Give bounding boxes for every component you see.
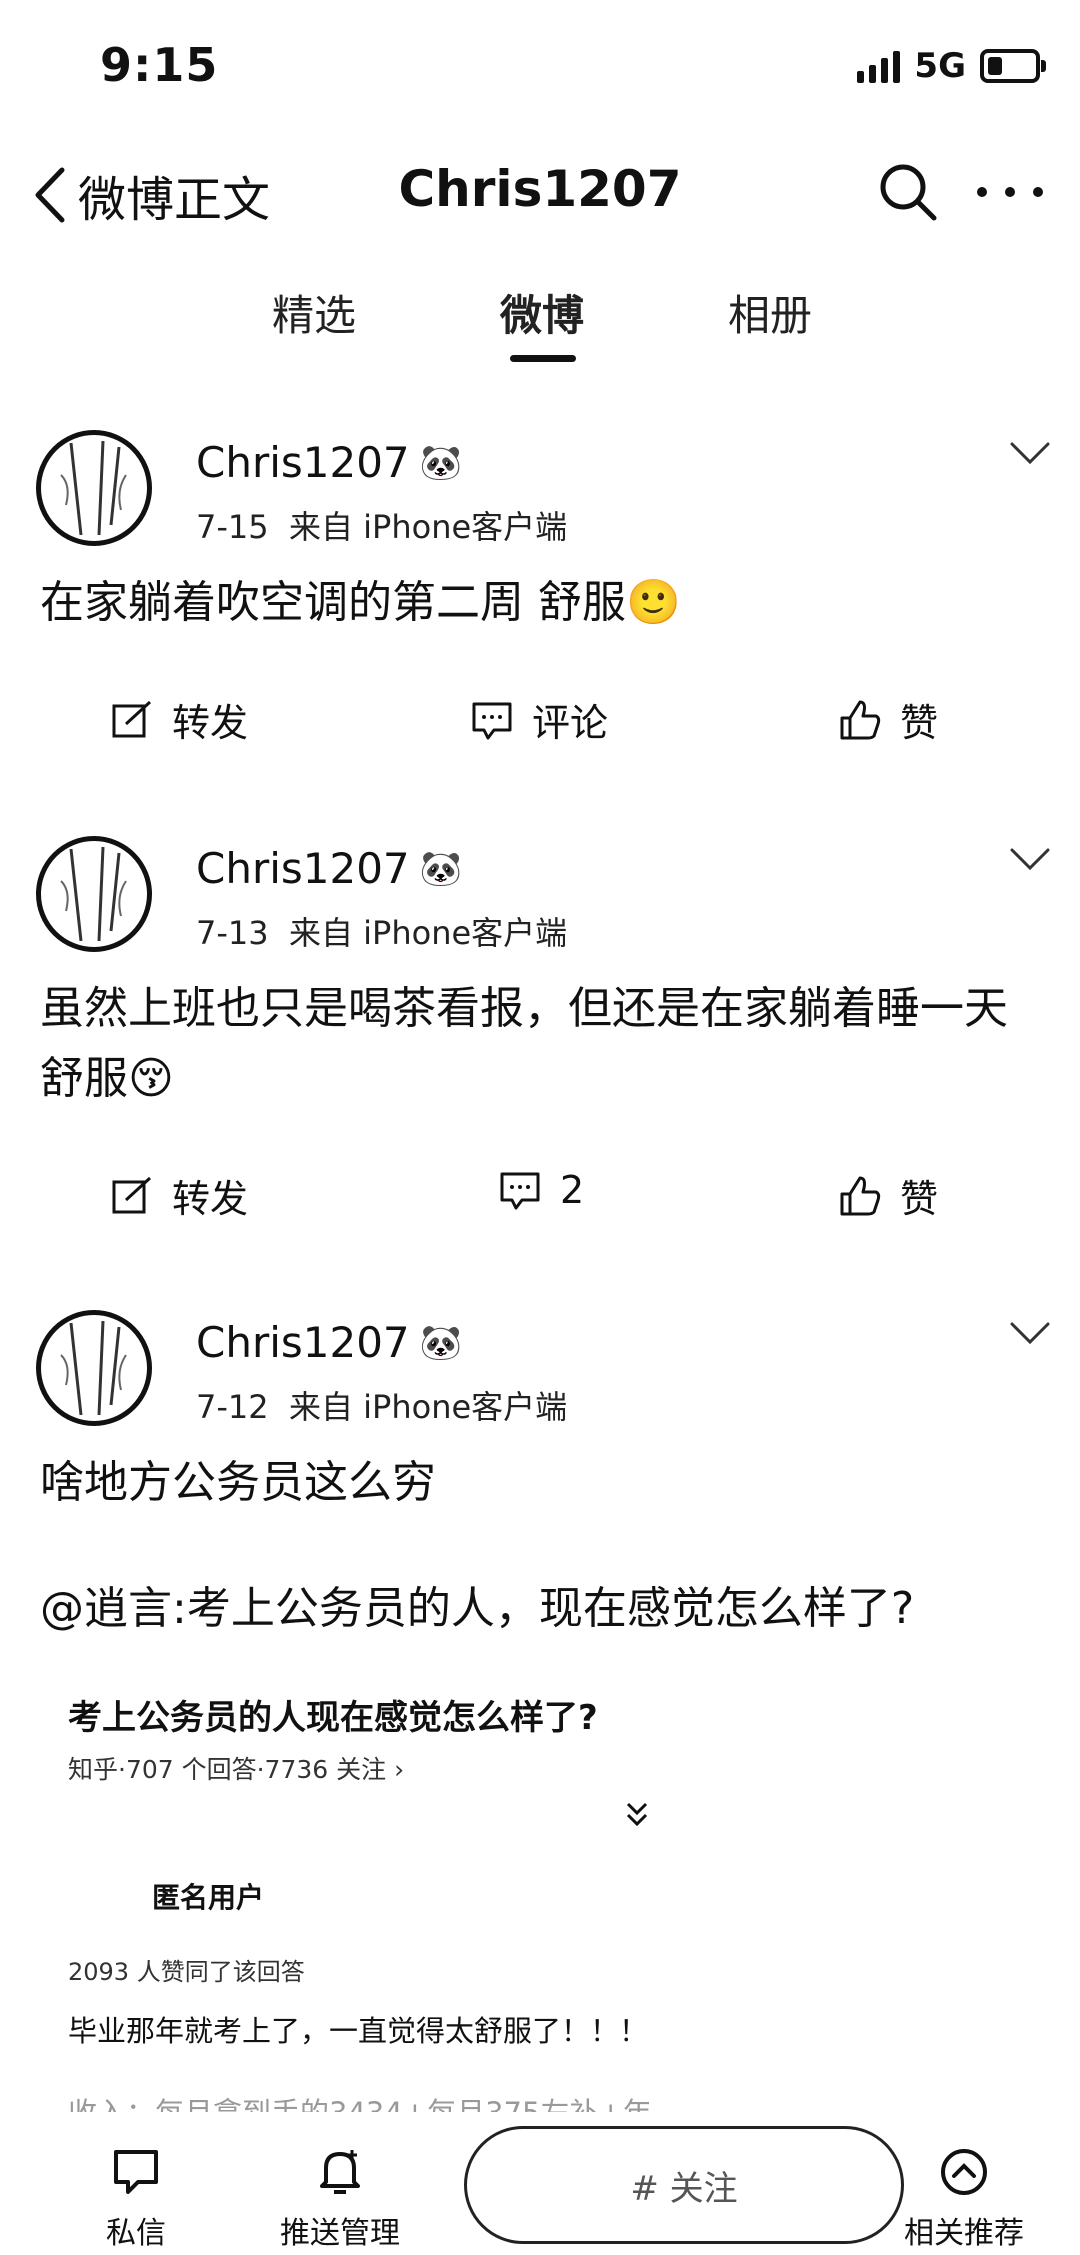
follow-button[interactable]: # 关注 (464, 2126, 904, 2244)
panda-badge-icon: 🐼 (419, 1322, 462, 1363)
comment-icon (500, 1172, 540, 1210)
username: Chris1207 (196, 1318, 410, 1367)
bottom-bar: 私信 推送管理 # 关注 相关推荐 (0, 2112, 1080, 2255)
push-settings-button[interactable]: 推送管理 (280, 2146, 400, 2252)
signal-icon (857, 49, 901, 83)
like-button[interactable]: 赞 (838, 1168, 938, 1223)
linked-card-meta[interactable]: 知乎·707 个回答·7736 关注 › (68, 1750, 404, 1786)
post-author[interactable]: Chris1207 🐼 (196, 1318, 462, 1367)
tab-weibo[interactable]: 微博 (500, 282, 584, 343)
push-label: 推送管理 (280, 2216, 400, 2251)
edit-icon (112, 700, 152, 737)
avatar[interactable] (36, 1310, 152, 1426)
edit-icon (112, 1176, 152, 1213)
network-type: 5G (914, 46, 966, 86)
direct-message-button[interactable]: 私信 (106, 2146, 166, 2252)
repost-button[interactable]: 转发 (110, 1168, 248, 1223)
comment-label: 评论 (532, 701, 609, 745)
quoted-post-text[interactable]: @逍言:考上公务员的人，现在感觉怎么样了? (40, 1574, 1050, 1644)
like-label: 赞 (900, 701, 939, 745)
post-source: 来自 iPhone客户端 (288, 508, 568, 546)
tab-indicator (510, 355, 576, 362)
post-source: 来自 iPhone客户端 (288, 914, 568, 952)
status-time: 9:15 (100, 38, 219, 92)
repost-label: 转发 (172, 701, 249, 745)
comment-button[interactable]: 2 (498, 1168, 584, 1212)
post-date: 7-13 (196, 914, 269, 952)
post-meta: 7-15 来自 iPhone客户端 (196, 502, 567, 548)
repost-button[interactable]: 转发 (110, 692, 248, 747)
username: Chris1207 (196, 844, 410, 893)
avatar[interactable] (36, 430, 152, 546)
search-icon[interactable] (876, 160, 940, 224)
post-date: 7-15 (196, 508, 269, 546)
post-text: 啥地方公务员这么穷 (40, 1457, 436, 1508)
username: Chris1207 (196, 438, 410, 487)
post-actions: 转发 评论 赞 (0, 692, 1080, 762)
post-text: 在家躺着吹空调的第二周 舒服🙂 (40, 577, 681, 628)
post-card: Chris1207 🐼 7-15 来自 iPhone客户端 在家躺着吹空调的第二… (0, 430, 1080, 790)
repost-label: 转发 (172, 1177, 249, 1221)
like-button[interactable]: 赞 (838, 692, 938, 747)
chevron-down-icon[interactable] (1008, 440, 1052, 468)
panda-badge-icon: 🐼 (419, 848, 462, 889)
panda-badge-icon: 🐼 (419, 442, 462, 483)
comment-button[interactable]: 评论 (470, 692, 608, 747)
tab-featured[interactable]: 精选 (272, 282, 356, 343)
avatar[interactable] (36, 836, 152, 952)
more-icon[interactable] (972, 162, 1048, 222)
thumbs-up-icon (840, 700, 881, 739)
post-card: Chris1207 🐼 7-13 来自 iPhone客户端 虽然上班也只是喝茶看… (0, 836, 1080, 1221)
thumbs-up-icon (840, 1176, 881, 1215)
post-meta: 7-13 来自 iPhone客户端 (196, 908, 567, 954)
battery-icon (980, 49, 1046, 83)
post-source: 来自 iPhone客户端 (288, 1388, 568, 1426)
post-actions: 转发 2 赞 (0, 1168, 1080, 1238)
chevron-down-icon[interactable] (1008, 1320, 1052, 1348)
like-label: 赞 (900, 1177, 939, 1221)
linked-card-title[interactable]: 考上公务员的人现在感觉怎么样了? (68, 1690, 598, 1739)
post-author[interactable]: Chris1207 🐼 (196, 438, 462, 487)
chevron-down-icon[interactable] (1008, 846, 1052, 874)
status-indicators: 5G (857, 46, 1046, 86)
chat-icon (114, 2150, 158, 2194)
answer-text: 毕业那年就考上了，一直觉得太舒服了！！！ (68, 2014, 649, 2048)
tab-album[interactable]: 相册 (728, 282, 812, 343)
recommend-label: 相关推荐 (904, 2216, 1024, 2251)
post-date: 7-12 (196, 1388, 269, 1426)
recommend-button[interactable]: 相关推荐 (904, 2146, 1024, 2252)
bell-icon (320, 2150, 360, 2194)
answer-author: 匿名用户 (152, 1881, 265, 1914)
answer-text-truncated: 收入：每月拿到手的3434+每月375左补+年 (68, 2090, 652, 2112)
comment-icon (472, 702, 512, 739)
dm-label: 私信 (106, 2216, 166, 2251)
comment-count: 2 (560, 1168, 585, 1212)
post-meta: 7-12 来自 iPhone客户端 (196, 1382, 567, 1428)
post-text: 虽然上班也只是喝茶看报，但还是在家躺着睡一天舒服😚 (40, 983, 1008, 1104)
chevron-up-circle-icon (941, 2149, 987, 2195)
post-author[interactable]: Chris1207 🐼 (196, 844, 462, 893)
expand-icon[interactable] (620, 1798, 654, 1832)
answer-agree-count: 2093 人赞同了该回答 (68, 1958, 305, 1986)
